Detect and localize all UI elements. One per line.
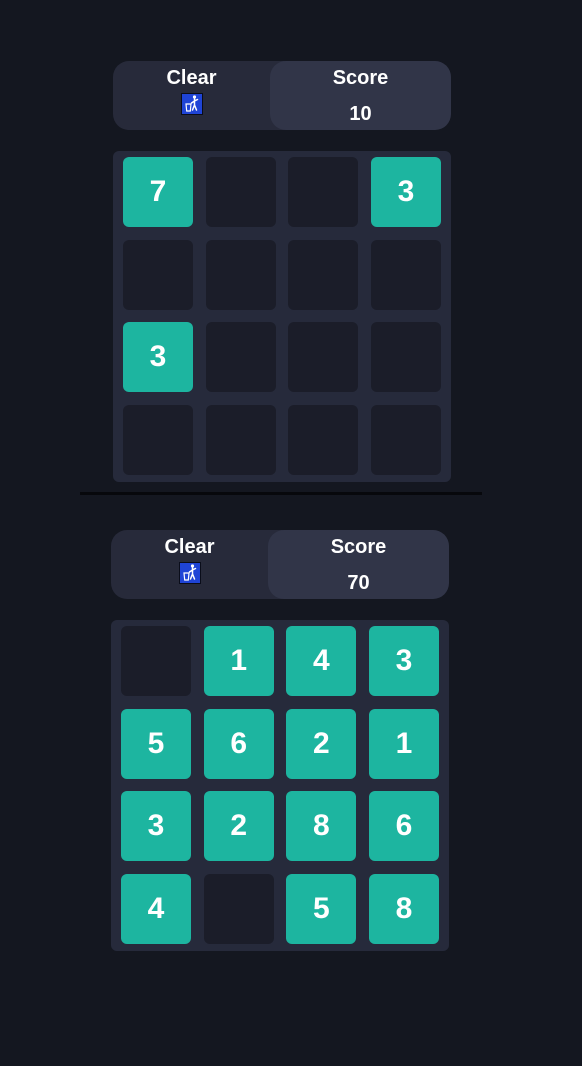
- board-cell-empty[interactable]: [121, 626, 191, 696]
- board-tile[interactable]: 6: [369, 791, 439, 862]
- board-tile[interactable]: 5: [121, 708, 191, 779]
- board-cell-empty[interactable]: [288, 239, 359, 310]
- board-cell-empty[interactable]: [288, 322, 359, 393]
- board-tile[interactable]: 1: [203, 626, 274, 696]
- trash-icon: [180, 93, 203, 115]
- score-label: Score: [330, 536, 387, 558]
- clear-button[interactable]: Clear: [111, 530, 268, 599]
- board-tile[interactable]: 2: [286, 708, 357, 779]
- trash-icon: [178, 562, 201, 584]
- board-tile[interactable]: 3: [371, 157, 441, 227]
- board-tile[interactable]: 7: [123, 157, 193, 227]
- score-box: Score 10: [270, 61, 451, 130]
- game-header: Clear Score 10: [113, 61, 451, 130]
- board-cell-empty[interactable]: [123, 239, 193, 310]
- board-cell-empty[interactable]: [371, 322, 441, 393]
- game-header: Clear Score 70: [111, 530, 449, 599]
- board-cell-empty[interactable]: [205, 157, 276, 227]
- score-value: 70: [347, 572, 370, 594]
- board-tile[interactable]: 2: [203, 791, 274, 862]
- board-tile[interactable]: 6: [203, 708, 274, 779]
- clear-button[interactable]: Clear: [113, 61, 270, 130]
- board-cell-empty[interactable]: [205, 239, 276, 310]
- board-cell-empty[interactable]: [288, 157, 359, 227]
- score-box: Score 70: [268, 530, 449, 599]
- board-tile[interactable]: 5: [286, 874, 357, 944]
- board-cell-empty[interactable]: [371, 239, 441, 310]
- score-value: 10: [349, 103, 372, 125]
- board-tile[interactable]: 8: [369, 874, 439, 944]
- board-tile[interactable]: 1: [369, 708, 439, 779]
- score-label: Score: [332, 67, 389, 89]
- board-tile[interactable]: 4: [121, 874, 191, 944]
- board-tile[interactable]: 8: [286, 791, 357, 862]
- board-tile[interactable]: 3: [121, 791, 191, 862]
- clear-label: Clear: [164, 536, 215, 558]
- board-cell-empty[interactable]: [371, 405, 441, 475]
- divider: [80, 492, 482, 495]
- board-cell-empty[interactable]: [123, 405, 193, 475]
- board-tile[interactable]: 3: [369, 626, 439, 696]
- board-cell-empty[interactable]: [288, 405, 359, 475]
- game-board: 14356213286458: [111, 620, 449, 951]
- board-tile[interactable]: 4: [286, 626, 357, 696]
- clear-label: Clear: [166, 67, 217, 89]
- board-cell-empty[interactable]: [203, 874, 274, 944]
- board-cell-empty[interactable]: [205, 322, 276, 393]
- game-panel-1: Clear Score 10 7 3 3: [113, 61, 451, 482]
- board-cell-empty[interactable]: [205, 405, 276, 475]
- game-panel-2: Clear Score 70 14356213286458: [111, 530, 449, 951]
- game-board: 7 3 3: [113, 151, 451, 482]
- board-tile[interactable]: 3: [123, 322, 193, 393]
